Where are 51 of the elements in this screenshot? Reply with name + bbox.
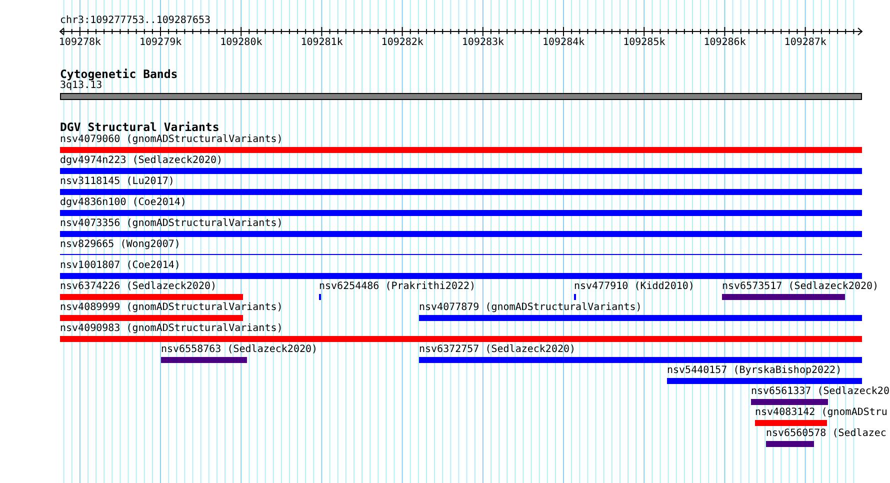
feature-label[interactable]: nsv4089999 (gnomADStructuralVariants) [60, 302, 283, 313]
feature-label[interactable]: dgv4974n223 (Sedlazeck2020) [60, 155, 223, 166]
variant-feature[interactable] [60, 315, 243, 321]
feature-label[interactable]: nsv4083142 (gnomADStru [755, 407, 888, 418]
variant-feature[interactable] [60, 147, 862, 153]
ruler-tick-label: 109280k [220, 37, 262, 48]
variant-feature[interactable] [60, 189, 862, 195]
track-title: DGV Structural Variants [60, 121, 220, 133]
feature-label[interactable]: nsv6560578 (Sedlazec [766, 428, 886, 439]
feature-label[interactable]: nsv477910 (Kidd2010) [574, 281, 694, 292]
feature-label[interactable]: nsv4077879 (gnomADStructuralVariants) [419, 302, 642, 313]
ruler-tick-label: 109281k [300, 37, 343, 48]
variant-feature[interactable] [667, 378, 862, 384]
feature-label[interactable]: nsv4073356 (gnomADStructuralVariants) [60, 218, 283, 229]
variant-feature[interactable] [60, 210, 862, 216]
ruler-tick-label: 109284k [542, 37, 584, 48]
variant-feature[interactable] [60, 231, 862, 237]
variant-feature[interactable] [766, 441, 814, 447]
feature-label[interactable]: nsv6561337 (Sedlazeck20 [751, 386, 890, 397]
ruler-tick-label: 109286k [704, 37, 746, 48]
variant-feature[interactable] [722, 294, 845, 300]
variant-feature[interactable] [60, 273, 862, 279]
feature-label[interactable]: nsv4079060 (gnomADStructuralVariants) [60, 134, 283, 145]
ruler-tick-label: 109282k [381, 37, 424, 48]
variant-feature[interactable] [161, 357, 247, 363]
variant-feature[interactable] [60, 168, 862, 174]
variant-feature[interactable] [419, 315, 862, 321]
variant-feature[interactable] [751, 399, 828, 405]
feature-label[interactable]: nsv829665 (Wong2007) [60, 239, 180, 250]
feature-label[interactable]: nsv6374226 (Sedlazeck2020) [60, 281, 217, 292]
ruler-tick-label: 109278k [58, 37, 101, 48]
ruler-tick-label: 109285k [623, 37, 666, 48]
ruler-tick-label: 109287k [784, 37, 826, 48]
variant-feature[interactable] [60, 294, 243, 300]
feature-label[interactable]: nsv3118145 (Lu2017) [60, 176, 174, 187]
band-label: 3q13.13 [60, 80, 102, 91]
variant-feature[interactable] [755, 420, 827, 426]
feature-label[interactable]: nsv1001807 (Coe2014) [60, 260, 180, 271]
feature-label[interactable]: nsv4090983 (gnomADStructuralVariants) [60, 323, 283, 334]
ruler-tick-label: 109279k [140, 37, 182, 48]
location-label: chr3:109277753..109287653 [60, 15, 211, 26]
ruler-tick-label: 109283k [462, 37, 504, 48]
variant-feature[interactable] [419, 357, 862, 363]
feature-label[interactable]: nsv6558763 (Sedlazeck2020) [161, 344, 318, 355]
track-title: Cytogenetic Bands [60, 68, 178, 80]
feature-label[interactable]: nsv6254486 (Prakrithi2022) [319, 281, 476, 292]
feature-label[interactable]: dgv4836n100 (Coe2014) [60, 197, 186, 208]
feature-label[interactable]: nsv6372757 (Sedlazeck2020) [419, 344, 576, 355]
variant-feature[interactable] [60, 336, 862, 342]
feature-label[interactable]: nsv6573517 (Sedlazeck2020) [722, 281, 879, 292]
feature-label[interactable]: nsv5440157 (ByrskaBishop2022) [667, 365, 842, 376]
